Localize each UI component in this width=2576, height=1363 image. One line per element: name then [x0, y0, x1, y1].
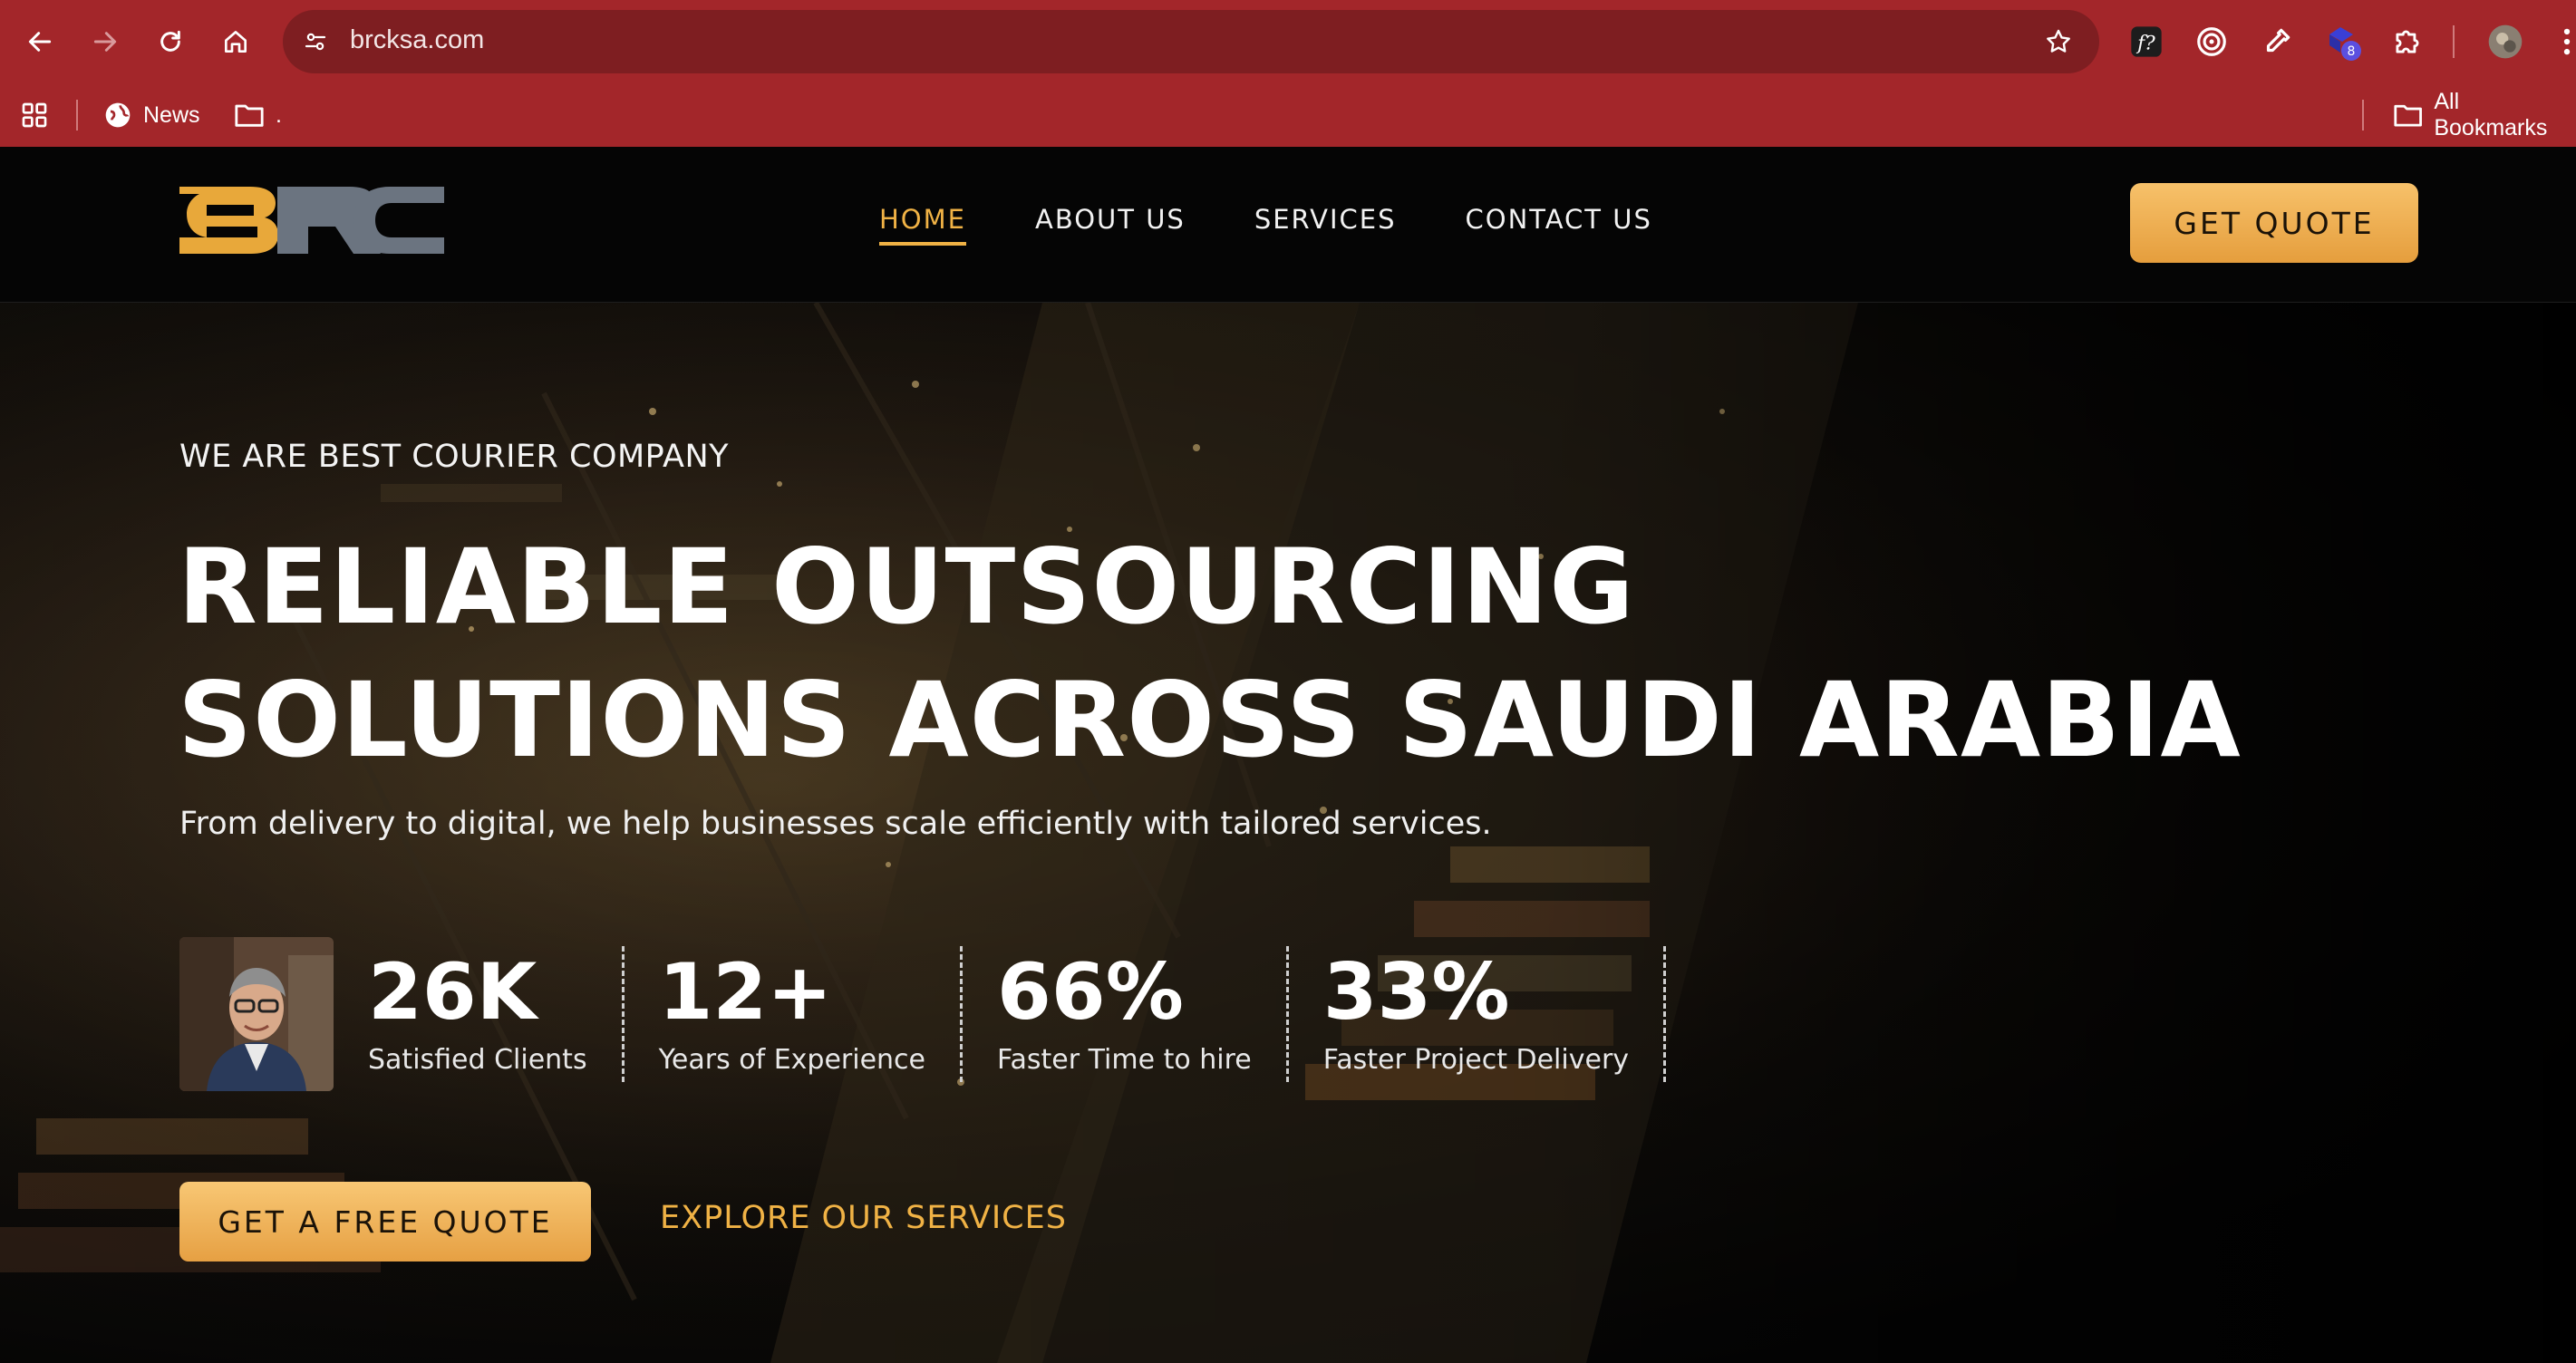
- stat-value: 66%: [997, 946, 1184, 1038]
- stat-value: 33%: [1322, 946, 1510, 1038]
- folder-icon: [2394, 104, 2422, 127]
- stat-label: Satisfied Clients: [368, 1043, 587, 1076]
- stat-faster-delivery: 33% Faster Project Delivery: [1322, 946, 1667, 1082]
- address-bar[interactable]: brcksa.com: [283, 10, 2099, 73]
- bookmark-label: News: [143, 102, 200, 128]
- folder-icon: [235, 104, 264, 127]
- stat-value: 26K: [368, 946, 537, 1038]
- apps-grid-icon[interactable]: [20, 94, 49, 136]
- reload-icon[interactable]: [145, 16, 196, 67]
- back-icon[interactable]: [15, 16, 65, 67]
- browser-toolbar: brcksa.com f? 8: [0, 0, 2576, 83]
- stat-value: 12+: [658, 946, 833, 1038]
- stat-label: Faster Time to hire: [997, 1043, 1252, 1076]
- home-icon[interactable]: [210, 16, 261, 67]
- hero-eyebrow: WE ARE BEST COURIER COMPANY: [179, 439, 730, 475]
- headline-line-1: RELIABLE OUTSOURCING: [178, 527, 1635, 647]
- bookmark-label: .: [276, 102, 282, 128]
- headline-line-2: SOLUTIONS ACROSS SAUDI ARABIA: [178, 660, 2242, 780]
- explore-services-link[interactable]: EXPLORE OUR SERVICES: [660, 1200, 1067, 1236]
- bookmarks-divider: [2362, 100, 2364, 130]
- eyedropper-extension-icon[interactable]: [2255, 20, 2299, 63]
- site-info-icon[interactable]: [299, 25, 332, 58]
- stat-years-experience: 12+ Years of Experience: [658, 946, 964, 1082]
- toolbar-divider: [2453, 25, 2455, 58]
- hero-section: WE ARE BEST COURIER COMPANY RELIABLE OUT…: [0, 303, 2576, 1363]
- nav-contact-us[interactable]: CONTACT US: [1466, 204, 1652, 246]
- globe-icon: [105, 102, 131, 128]
- forward-icon[interactable]: [80, 16, 131, 67]
- bookmarks-bar: News . All Bookmarks: [0, 83, 2576, 147]
- website: HOME ABOUT US SERVICES CONTACT US GET QU…: [0, 147, 2576, 1363]
- nav-services[interactable]: SERVICES: [1254, 204, 1397, 246]
- target-extension-icon[interactable]: [2190, 20, 2233, 63]
- profile-avatar[interactable]: [2484, 20, 2527, 63]
- formula-extension-icon[interactable]: f?: [2125, 20, 2168, 63]
- stats-row: 26K Satisfied Clients 12+ Years of Exper…: [179, 937, 1700, 1091]
- brc-logo[interactable]: [179, 183, 444, 257]
- stat-label: Years of Experience: [658, 1043, 926, 1076]
- stat-satisfied-clients: 26K Satisfied Clients: [368, 946, 625, 1082]
- shield-extension-icon[interactable]: 8: [2320, 20, 2364, 63]
- bookmark-folder[interactable]: .: [234, 94, 282, 136]
- consultant-photo: [179, 937, 334, 1091]
- nav-home[interactable]: HOME: [879, 204, 966, 246]
- extension-badge: 8: [2348, 44, 2356, 59]
- main-nav: HOME ABOUT US SERVICES CONTACT US: [879, 204, 1652, 246]
- get-free-quote-button[interactable]: GET A FREE QUOTE: [179, 1182, 591, 1262]
- bookmarks-divider: [76, 100, 78, 130]
- bookmark-star-icon[interactable]: [2041, 24, 2076, 59]
- bookmark-news[interactable]: News: [103, 94, 200, 136]
- nav-about-us[interactable]: ABOUT US: [1035, 204, 1186, 246]
- browser-chrome: brcksa.com f? 8 News . All Bookmarks: [0, 0, 2576, 147]
- stat-faster-hire: 66% Faster Time to hire: [997, 946, 1289, 1082]
- hero-subline: From delivery to digital, we help busine…: [179, 806, 1492, 842]
- url-text[interactable]: brcksa.com: [350, 25, 484, 55]
- more-menu-icon[interactable]: [2545, 20, 2576, 63]
- hero-headline: RELIABLE OUTSOURCING SOLUTIONS ACROSS SA…: [178, 520, 2242, 787]
- puzzle-extensions-icon[interactable]: [2386, 20, 2429, 63]
- all-bookmarks-label: All Bookmarks: [2434, 89, 2548, 140]
- get-quote-button[interactable]: GET QUOTE: [2130, 183, 2418, 263]
- site-header: HOME ABOUT US SERVICES CONTACT US GET QU…: [0, 147, 2576, 303]
- all-bookmarks-button[interactable]: All Bookmarks: [2393, 89, 2576, 140]
- svg-text:f?: f?: [2135, 32, 2155, 54]
- stat-label: Faster Project Delivery: [1322, 1043, 1630, 1076]
